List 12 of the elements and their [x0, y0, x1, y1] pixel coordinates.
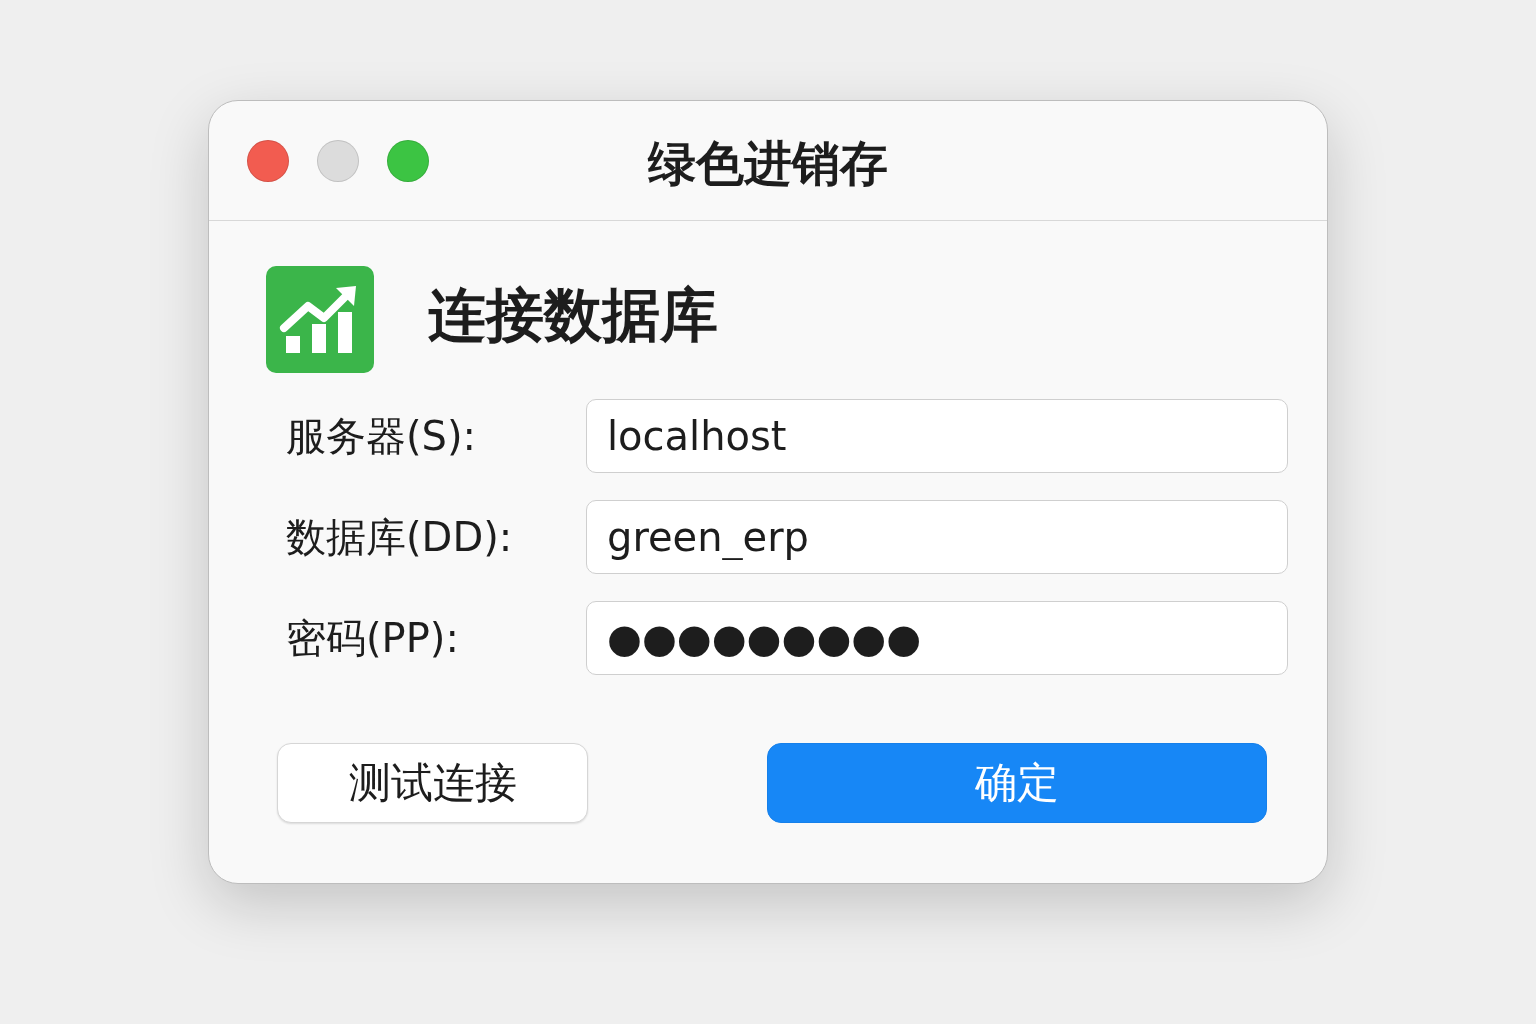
window-title: 绿色进销存 — [648, 135, 888, 191]
field-label: 服务器(S): — [286, 411, 478, 461]
zoom-window-button[interactable] — [387, 139, 429, 182]
confirm-button[interactable]: 确定 — [767, 743, 1267, 823]
input-field[interactable]: localhost — [586, 399, 1288, 473]
close-window-button[interactable] — [247, 139, 289, 182]
field-label: 密码(PP): — [286, 613, 460, 663]
field-label: 数据库(DD): — [286, 512, 514, 562]
chart-icon — [266, 266, 374, 373]
input-field[interactable]: ●●●●●●●●● — [586, 601, 1288, 675]
test-connection-button[interactable]: 测试连接 — [277, 743, 588, 823]
dialog-heading: 连接数据库 — [428, 279, 718, 351]
